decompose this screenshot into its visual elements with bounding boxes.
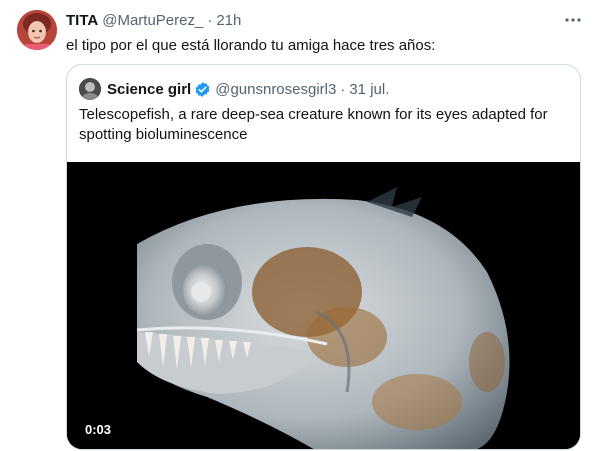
video-player[interactable]: 0:03 (67, 162, 580, 449)
tweet[interactable]: TITA @MartuPerez_ · 21h el tipo por el q… (0, 0, 599, 451)
tweet-header: TITA @MartuPerez_ · 21h (66, 10, 241, 30)
video-duration: 0:03 (79, 420, 118, 439)
video-thumbnail (67, 162, 580, 449)
quoted-display-name[interactable]: Science girl (107, 81, 191, 98)
user-handle[interactable]: @MartuPerez_ (102, 12, 203, 29)
quoted-tweet-header: Science girl @gunsnrosesgirl3 · 31 jul. (79, 77, 389, 101)
separator-dot: · (207, 11, 213, 29)
user-avatar[interactable] (17, 10, 57, 50)
display-name[interactable]: TITA (66, 12, 98, 29)
tweet-text: el tipo por el que está llorando tu amig… (66, 37, 436, 54)
quoted-user-avatar[interactable] (79, 78, 101, 100)
quoted-user-handle[interactable]: @gunsnrosesgirl3 (215, 81, 336, 98)
verified-badge-icon (194, 81, 211, 98)
quoted-tweet-time[interactable]: 31 jul. (349, 81, 389, 98)
tweet-time[interactable]: 21h (216, 12, 241, 29)
quoted-tweet-text: Telescopefish, a rare deep-sea creature … (79, 106, 548, 143)
quoted-tweet[interactable]: Science girl @gunsnrosesgirl3 · 31 jul. … (66, 64, 581, 450)
quoted-separator-dot: · (340, 80, 346, 98)
more-horizontal-icon (565, 18, 581, 22)
more-options-button[interactable] (564, 11, 582, 29)
